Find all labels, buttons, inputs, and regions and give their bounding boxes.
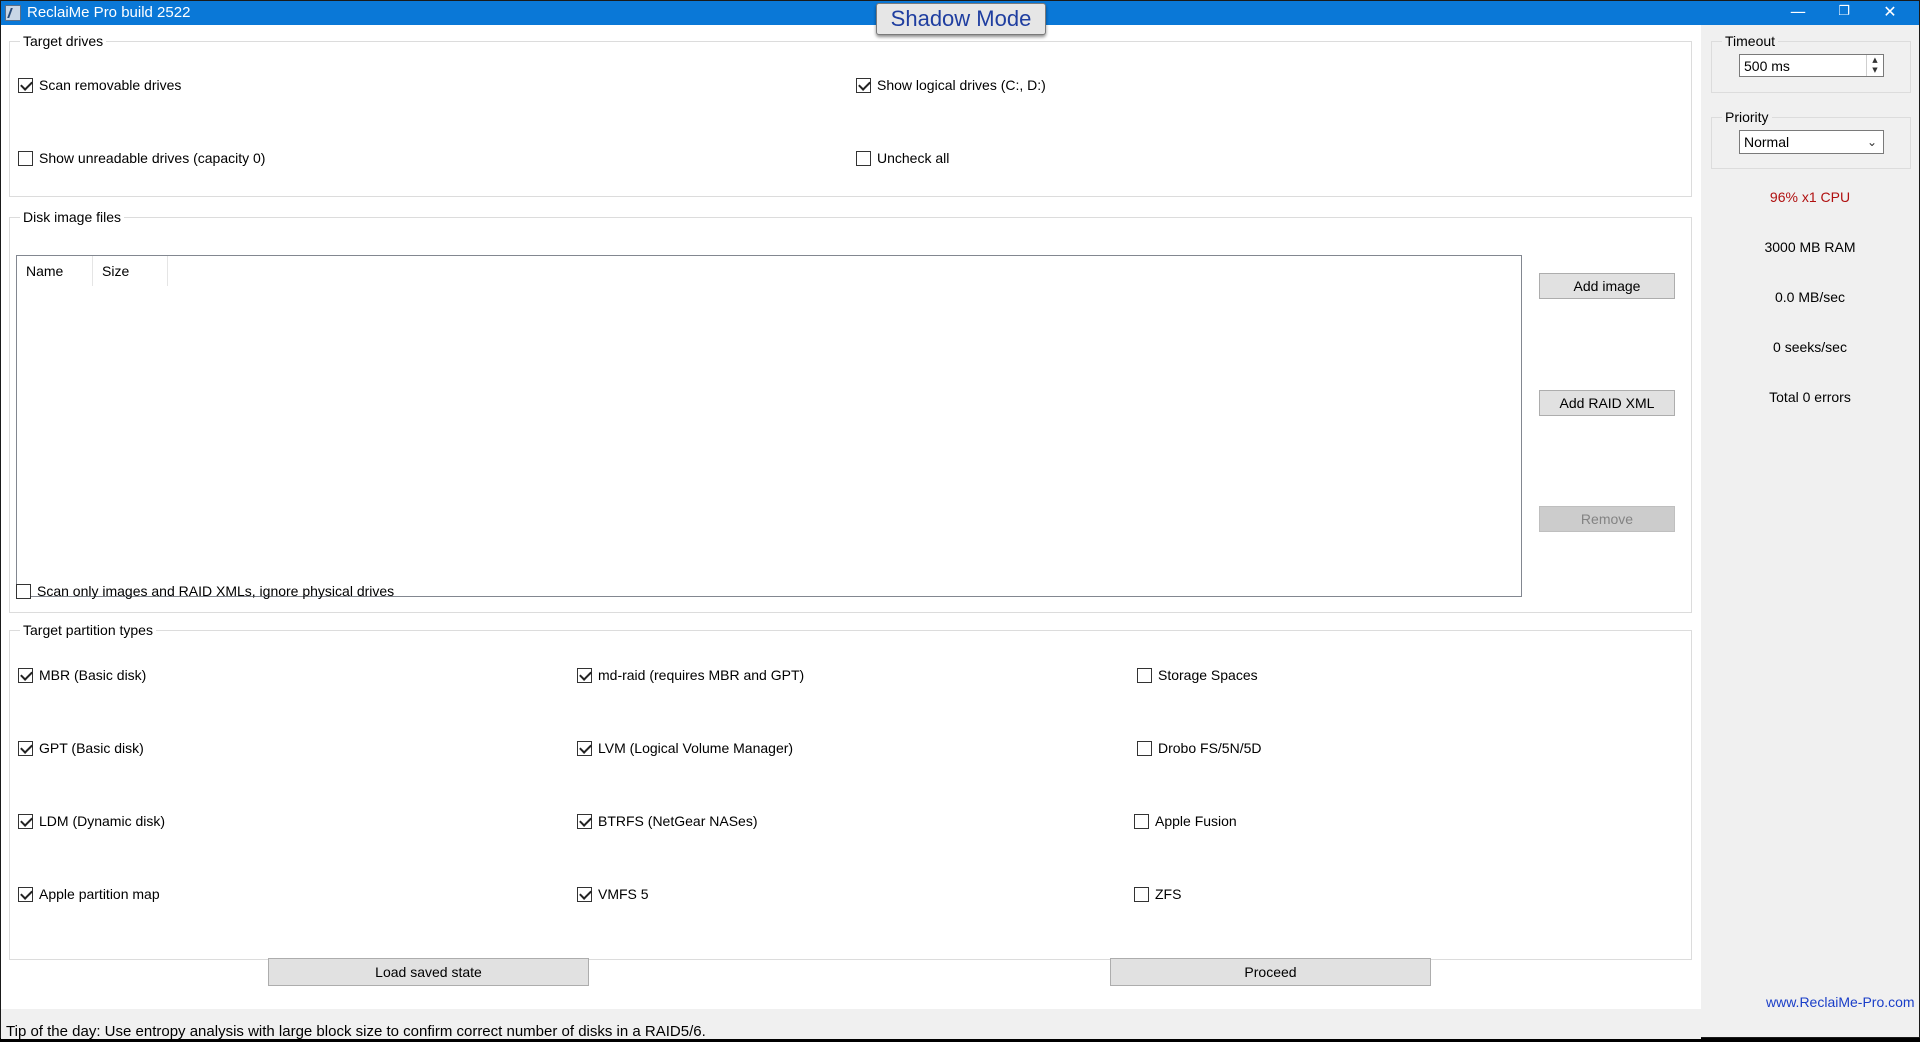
timeout-spinner[interactable]: ▲ ▼ [1739,54,1884,77]
spinner-down-icon[interactable]: ▼ [1867,65,1883,75]
checkbox-label: Show unreadable drives (capacity 0) [39,150,266,166]
tip-of-the-day: Tip of the day: Use entropy analysis wit… [6,1023,706,1039]
priority-label: Priority [1722,108,1772,126]
minimize-icon[interactable]: — [1775,1,1821,25]
checkbox-label: LDM (Dynamic disk) [39,813,166,829]
btrfs-checkbox[interactable]: BTRFS (NetGear NASes) [577,813,757,829]
checkbox-box[interactable] [18,667,33,683]
checkbox-label: Scan removable drives [39,77,182,93]
checkbox-box[interactable] [1134,886,1149,902]
show-logical-checkbox[interactable]: Show logical drives (C:, D:) [856,77,1046,93]
seeks-stat: 0 seeks/sec [1773,339,1847,355]
checkbox-label: Apple partition map [39,886,160,902]
show-unreadable-checkbox[interactable]: Show unreadable drives (capacity 0) [18,150,265,166]
checkbox-box[interactable] [18,886,33,902]
md-raid-checkbox[interactable]: md-raid (requires MBR and GPT) [577,667,804,683]
target-drives-group: Target drives [9,32,1692,197]
partition-types-label: Target partition types [20,621,156,639]
partition-types-group: Target partition types [9,621,1692,960]
checkbox-box[interactable] [577,740,592,756]
scan-only-images-checkbox[interactable]: Scan only images and RAID XMLs, ignore p… [16,583,394,599]
checkbox-label: md-raid (requires MBR and GPT) [598,667,805,683]
checkbox-label: LVM (Logical Volume Manager) [598,740,794,756]
lvm-checkbox[interactable]: LVM (Logical Volume Manager) [577,740,793,756]
cpu-stat: 96% x1 CPU [1769,189,1851,205]
priority-select[interactable]: Normal ⌄ [1739,130,1884,154]
checkbox-label: GPT (Basic disk) [39,740,144,756]
apple-fusion-checkbox[interactable]: Apple Fusion [1134,813,1237,829]
side-panel: Timeout Priority [1701,25,1919,1037]
main-area: Target drives Scan removable drives Show… [1,25,1701,1009]
checkbox-label: Apple Fusion [1155,813,1237,829]
column-header-size[interactable]: Size [93,256,168,286]
vmfs5-checkbox[interactable]: VMFS 5 [577,886,649,902]
gpt-checkbox[interactable]: GPT (Basic disk) [18,740,144,756]
checkbox-box[interactable] [18,813,33,829]
timeout-input[interactable] [1740,55,1864,76]
proceed-button[interactable]: Proceed [1110,958,1431,986]
app-logo-icon [5,5,21,21]
add-raid-xml-button[interactable]: Add RAID XML [1539,390,1675,416]
disk-images-label: Disk image files [20,208,125,226]
checkbox-box[interactable] [577,886,592,902]
window-title: ReclaiMe Pro build 2522 [27,4,191,21]
spinner-arrows[interactable]: ▲ ▼ [1866,55,1883,76]
spinner-up-icon[interactable]: ▲ [1867,55,1883,65]
ldm-checkbox[interactable]: LDM (Dynamic disk) [18,813,165,829]
website-link[interactable]: www.ReclaiMe-Pro.com [1766,994,1915,1010]
load-saved-state-button[interactable]: Load saved state [268,958,589,986]
scan-removable-checkbox[interactable]: Scan removable drives [18,77,181,93]
timeout-label: Timeout [1722,32,1779,50]
checkbox-box[interactable] [16,583,31,599]
maximize-icon[interactable]: ❐ [1821,1,1867,25]
checkbox-label: BTRFS (NetGear NASes) [598,813,758,829]
chevron-down-icon[interactable]: ⌄ [1867,131,1877,153]
uncheck-all-checkbox[interactable]: Uncheck all [856,150,949,166]
remove-button[interactable]: Remove [1539,506,1675,532]
status-bar: Tip of the day: Use entropy analysis wit… [1,1009,1701,1039]
checkbox-box[interactable] [1134,813,1149,829]
checkbox-box[interactable] [856,77,871,93]
storage-spaces-checkbox[interactable]: Storage Spaces [1137,667,1258,683]
checkbox-label: Uncheck all [877,150,950,166]
priority-value: Normal [1744,134,1790,150]
checkbox-label: Drobo FS/5N/5D [1158,740,1262,756]
checkbox-box[interactable] [1137,740,1152,756]
checkbox-label: ZFS [1155,886,1182,902]
ram-stat: 3000 MB RAM [1764,239,1856,255]
checkbox-label: Scan only images and RAID XMLs, ignore p… [37,583,395,599]
speed-stat: 0.0 MB/sec [1774,289,1846,305]
column-header-name[interactable]: Name [17,256,93,286]
checkbox-box[interactable] [18,150,33,166]
checkbox-box[interactable] [577,813,592,829]
checkbox-box[interactable] [1137,667,1152,683]
disk-images-list[interactable]: Name Size [16,255,1522,597]
drobo-checkbox[interactable]: Drobo FS/5N/5D [1137,740,1261,756]
zfs-checkbox[interactable]: ZFS [1134,886,1181,902]
target-drives-label: Target drives [20,32,107,50]
checkbox-box[interactable] [856,150,871,166]
app-window: ReclaiMe Pro build 2522 — ❐ ✕ Shadow Mod… [0,0,1920,1039]
checkbox-box[interactable] [18,77,33,93]
checkbox-box[interactable] [577,667,592,683]
close-icon[interactable]: ✕ [1867,1,1913,25]
errors-stat: Total 0 errors [1769,389,1851,405]
checkbox-label: VMFS 5 [598,886,649,902]
checkbox-label: Show logical drives (C:, D:) [877,77,1046,93]
checkbox-box[interactable] [18,740,33,756]
checkbox-label: MBR (Basic disk) [39,667,147,683]
apple-partition-map-checkbox[interactable]: Apple partition map [18,886,160,902]
mbr-checkbox[interactable]: MBR (Basic disk) [18,667,146,683]
shadow-mode-button[interactable]: Shadow Mode [876,3,1046,35]
checkbox-label: Storage Spaces [1158,667,1258,683]
add-image-button[interactable]: Add image [1539,273,1675,299]
